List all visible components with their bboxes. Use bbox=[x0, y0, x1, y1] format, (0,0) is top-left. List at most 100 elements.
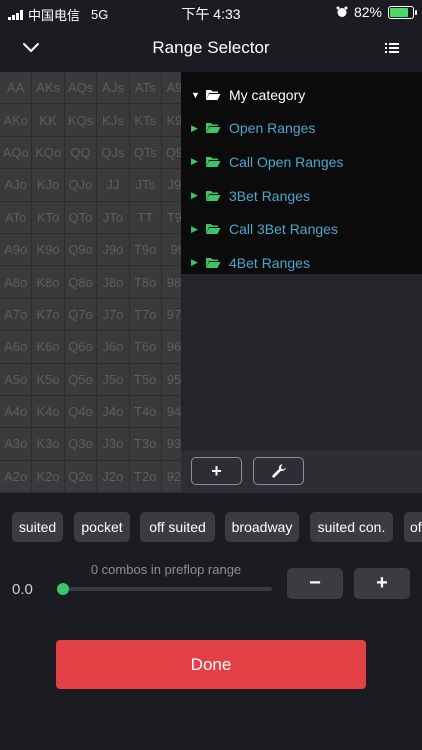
hand-cell[interactable]: K3o bbox=[32, 428, 65, 461]
hand-cell[interactable]: AKs bbox=[32, 72, 65, 105]
hand-cell[interactable]: T5o bbox=[129, 363, 162, 396]
hand-cell[interactable]: QTs bbox=[129, 136, 162, 170]
category-item-call-3bet-ranges[interactable]: ▶ Call 3Bet Ranges bbox=[181, 212, 422, 246]
range-slider-track[interactable] bbox=[62, 587, 272, 591]
hand-cell[interactable]: JJ bbox=[97, 169, 130, 202]
hand-cell[interactable]: 92o bbox=[161, 460, 181, 493]
hand-cell[interactable]: K2o bbox=[32, 460, 65, 493]
hand-cell[interactable]: T6o bbox=[129, 331, 162, 364]
hand-cell[interactable]: TT bbox=[129, 201, 162, 234]
hand-cell[interactable]: 94o bbox=[161, 395, 181, 429]
category-item-4bet-ranges[interactable]: ▶ 4Bet Ranges bbox=[181, 246, 422, 280]
hand-cell[interactable]: KJs bbox=[97, 104, 130, 137]
hand-cell[interactable]: K8o bbox=[32, 266, 65, 299]
chip-off-suited[interactable]: off suited bbox=[140, 512, 215, 542]
hand-cell[interactable]: T7o bbox=[129, 298, 162, 332]
chip-suited-connectors[interactable]: suited con. bbox=[310, 512, 393, 542]
hand-cell[interactable]: 95o bbox=[161, 363, 181, 396]
category-root[interactable]: ▼ My category bbox=[181, 78, 422, 112]
hand-cell[interactable]: Q2o bbox=[64, 460, 98, 493]
hand-cell[interactable]: Q5o bbox=[64, 363, 98, 396]
hand-cell[interactable]: 97o bbox=[161, 298, 181, 332]
hand-cell[interactable]: AQo bbox=[0, 136, 33, 170]
hand-cell[interactable]: QTo bbox=[64, 201, 98, 234]
chip-suited[interactable]: suited bbox=[12, 512, 63, 542]
folder-open-icon bbox=[206, 89, 221, 100]
hand-cell[interactable]: K6o bbox=[32, 331, 65, 364]
hand-cell[interactable]: JTo bbox=[97, 201, 130, 234]
hand-cell[interactable]: Q7o bbox=[64, 298, 98, 332]
category-item-open-ranges[interactable]: ▶ Open Ranges bbox=[181, 112, 422, 146]
range-slider-thumb[interactable] bbox=[57, 583, 69, 595]
folder-open-icon bbox=[206, 224, 221, 235]
category-item-call-open-ranges[interactable]: ▶ Call Open Ranges bbox=[181, 145, 422, 179]
hand-cell[interactable]: K9o bbox=[32, 233, 65, 267]
hand-cell[interactable]: Q4o bbox=[64, 395, 98, 429]
hand-cell[interactable]: T3o bbox=[129, 428, 162, 461]
hand-cell[interactable]: Q6o bbox=[64, 331, 98, 364]
hand-cell[interactable]: A6o bbox=[0, 331, 33, 364]
hand-cell[interactable]: AJs bbox=[97, 72, 130, 105]
hand-cell[interactable]: KQs bbox=[64, 104, 98, 137]
hand-cell[interactable]: 96o bbox=[161, 331, 181, 364]
hand-cell[interactable]: 98o bbox=[161, 266, 181, 299]
hand-cell[interactable]: KTs bbox=[129, 104, 162, 137]
hand-cell[interactable]: A9o bbox=[0, 233, 33, 267]
hand-cell[interactable]: T9s bbox=[161, 201, 181, 234]
hand-cell[interactable]: J3o bbox=[97, 428, 130, 461]
hand-cell[interactable]: J4o bbox=[97, 395, 130, 429]
hand-cell[interactable]: K4o bbox=[32, 395, 65, 429]
hand-cell[interactable]: J7o bbox=[97, 298, 130, 332]
hand-cell[interactable]: J8o bbox=[97, 266, 130, 299]
hand-cell[interactable]: J6o bbox=[97, 331, 130, 364]
hand-cell[interactable]: KJo bbox=[32, 169, 65, 202]
hand-cell[interactable]: A3o bbox=[0, 428, 33, 461]
hand-cell[interactable]: AA bbox=[0, 72, 33, 105]
decrement-button[interactable]: − bbox=[287, 568, 343, 599]
hand-cell[interactable]: QQ bbox=[64, 136, 98, 170]
chip-off[interactable]: off bbox=[404, 512, 422, 542]
hand-cell[interactable]: A2o bbox=[0, 460, 33, 493]
hand-cell[interactable]: J2o bbox=[97, 460, 130, 493]
hand-cell[interactable]: T8o bbox=[129, 266, 162, 299]
hand-cell[interactable]: K5o bbox=[32, 363, 65, 396]
hand-cell[interactable]: K7o bbox=[32, 298, 65, 332]
hand-cell[interactable]: JTs bbox=[129, 169, 162, 202]
hand-cell[interactable]: A8o bbox=[0, 266, 33, 299]
hand-cell[interactable]: AQs bbox=[64, 72, 98, 105]
hand-cell[interactable]: KTo bbox=[32, 201, 65, 234]
increment-button[interactable]: + bbox=[354, 568, 410, 599]
chip-broadway[interactable]: broadway bbox=[225, 512, 299, 542]
hand-cell[interactable]: KK bbox=[32, 104, 65, 137]
category-item-3bet-ranges[interactable]: ▶ 3Bet Ranges bbox=[181, 179, 422, 213]
hand-cell[interactable]: A9s bbox=[161, 72, 181, 105]
chip-pocket[interactable]: pocket bbox=[74, 512, 130, 542]
hand-cell[interactable]: A7o bbox=[0, 298, 33, 332]
hand-cell[interactable]: J9o bbox=[97, 233, 130, 267]
hand-cell[interactable]: 93o bbox=[161, 428, 181, 461]
hand-cell[interactable]: KQo bbox=[32, 136, 65, 170]
hand-cell[interactable]: T9o bbox=[129, 233, 162, 267]
hand-cell[interactable]: Q9o bbox=[64, 233, 98, 267]
hand-cell[interactable]: A4o bbox=[0, 395, 33, 429]
list-icon[interactable] bbox=[384, 40, 400, 56]
hand-cell[interactable]: K9s bbox=[161, 104, 181, 137]
hand-cell[interactable]: AJo bbox=[0, 169, 33, 202]
hand-cell[interactable]: T4o bbox=[129, 395, 162, 429]
hand-cell[interactable]: ATo bbox=[0, 201, 33, 234]
hand-cell[interactable]: J5o bbox=[97, 363, 130, 396]
hand-cell[interactable]: 99 bbox=[161, 233, 181, 267]
hand-cell[interactable]: QJo bbox=[64, 169, 98, 202]
hand-cell[interactable]: A5o bbox=[0, 363, 33, 396]
hand-cell[interactable]: Q3o bbox=[64, 428, 98, 461]
hand-cell[interactable]: J9s bbox=[161, 169, 181, 202]
hand-cell[interactable]: Q8o bbox=[64, 266, 98, 299]
add-category-button[interactable]: + bbox=[191, 457, 242, 485]
hand-cell[interactable]: AKo bbox=[0, 104, 33, 137]
hand-cell[interactable]: Q9s bbox=[161, 136, 181, 170]
done-button[interactable]: Done bbox=[56, 640, 366, 689]
settings-button[interactable] bbox=[253, 457, 304, 485]
hand-cell[interactable]: T2o bbox=[129, 460, 162, 493]
hand-cell[interactable]: QJs bbox=[97, 136, 130, 170]
hand-cell[interactable]: ATs bbox=[129, 72, 162, 105]
